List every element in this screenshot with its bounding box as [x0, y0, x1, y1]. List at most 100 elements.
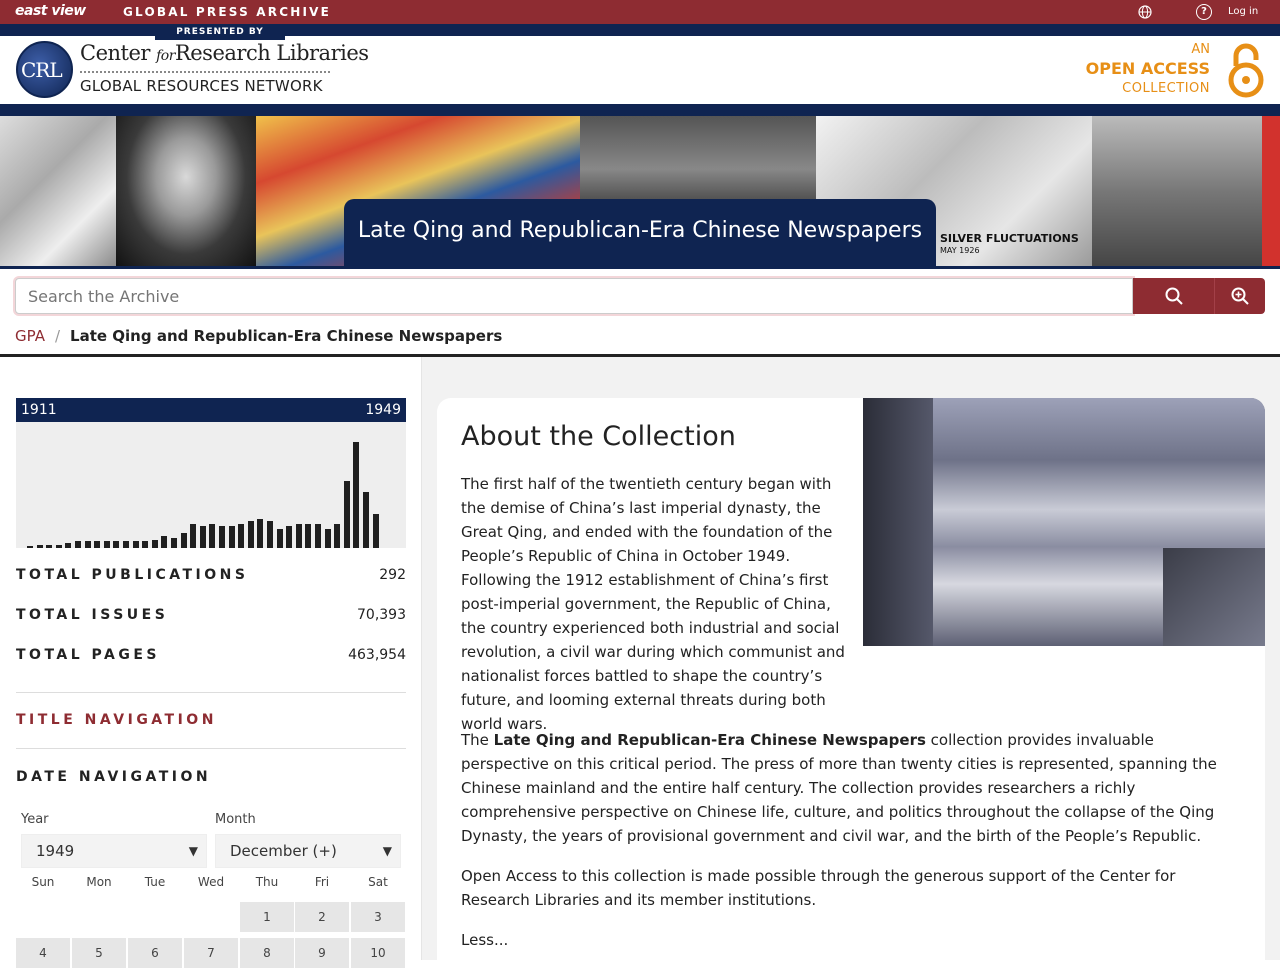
title-navigation-link[interactable]: TITLE NAVIGATION — [16, 712, 217, 728]
less-link[interactable]: Less... — [461, 928, 508, 952]
range-end: 1949 — [365, 402, 401, 418]
histogram-bar[interactable] — [161, 536, 168, 548]
year-select[interactable]: 1949 ▼ — [21, 834, 207, 868]
stat-publications: TOTAL PUBLICATIONS 292 — [16, 567, 406, 583]
histogram-bar[interactable] — [142, 541, 149, 548]
histogram-bar[interactable] — [343, 481, 350, 548]
banner-underline — [0, 266, 1280, 269]
calendar-day[interactable]: 4 — [16, 938, 70, 968]
banner-photo-leader — [1092, 116, 1262, 268]
weekday-label: Tue — [144, 875, 166, 889]
breadcrumb-gpa-link[interactable]: GPA — [15, 327, 45, 345]
search-input[interactable] — [15, 278, 1133, 314]
histogram-bar[interactable] — [132, 541, 139, 548]
histogram-bar[interactable] — [94, 541, 101, 548]
globe-icon[interactable] — [1137, 4, 1153, 20]
histogram-bar[interactable] — [353, 442, 360, 548]
weekday-label: Wed — [197, 875, 225, 889]
east-view-logo[interactable]: east view — [15, 3, 86, 19]
open-access-badge: AN OPEN ACCESS COLLECTION — [1086, 40, 1270, 102]
histogram-bar[interactable] — [180, 533, 187, 548]
crl-name: Center forResearch Libraries — [80, 41, 369, 65]
histogram-bar[interactable] — [286, 526, 293, 548]
collection-title: Late Qing and Republican-Era Chinese New… — [344, 199, 936, 267]
banner-photo-1 — [0, 116, 116, 268]
calendar-day[interactable]: 10 — [351, 938, 405, 968]
histogram-bar[interactable] — [36, 545, 43, 548]
help-icon[interactable]: ? — [1196, 4, 1212, 20]
banner-caption-date: MAY 1926 — [940, 246, 980, 255]
banner-flag-edge — [1262, 116, 1280, 268]
histogram-bar[interactable] — [190, 524, 197, 548]
calendar-day[interactable]: 1 — [240, 902, 294, 932]
histogram-bar[interactable] — [151, 540, 158, 548]
about-card: About the Collection The first half of t… — [437, 398, 1265, 978]
histogram-bar[interactable] — [305, 524, 312, 548]
oa-line2: OPEN ACCESS — [1085, 59, 1210, 78]
histogram-bar[interactable] — [75, 541, 81, 548]
histogram-bar[interactable] — [363, 492, 369, 548]
histogram-bar[interactable] — [103, 541, 110, 548]
histogram-bar[interactable] — [324, 529, 331, 548]
month-select[interactable]: December (+) ▼ — [215, 834, 401, 868]
histogram-bar[interactable] — [372, 514, 379, 548]
year-label: Year — [21, 812, 49, 827]
calendar-day[interactable]: 6 — [128, 938, 182, 968]
calendar-day[interactable]: 3 — [351, 902, 405, 932]
weekday-label: Sat — [368, 875, 388, 889]
histogram-bar[interactable] — [27, 546, 33, 548]
calendar-day[interactable]: 8 — [240, 938, 294, 968]
histogram-bar[interactable] — [238, 524, 245, 548]
histogram-bar[interactable] — [228, 526, 235, 548]
oa-line1: AN — [1191, 42, 1210, 57]
street-crowd-photo — [863, 398, 1265, 646]
about-paragraph-2: The Late Qing and Republican-Era Chinese… — [461, 731, 1217, 845]
banner-caption: SILVER FLUCTUATIONS — [940, 232, 1079, 245]
advanced-search-button[interactable] — [1214, 278, 1265, 314]
histogram-bar[interactable] — [84, 541, 91, 548]
open-access-lock-icon — [1228, 43, 1264, 98]
crl-logo[interactable]: CRL Center forResearch Libraries GLOBAL … — [16, 40, 369, 100]
search-button[interactable] — [1133, 278, 1214, 314]
login-link[interactable]: Log in — [1228, 6, 1258, 17]
histogram-bar[interactable] — [247, 521, 254, 548]
calendar-day[interactable]: 5 — [72, 938, 126, 968]
histogram-bar[interactable] — [295, 524, 302, 548]
calendar-day[interactable]: 9 — [295, 938, 349, 968]
year-range-bar[interactable]: 1911 1949 — [16, 398, 406, 422]
crl-divider — [80, 71, 330, 73]
about-paragraph-3: Open Access to this collection is made p… — [461, 867, 1176, 909]
histogram-bar[interactable] — [334, 524, 341, 548]
histogram-bar[interactable] — [276, 529, 283, 548]
histogram-bar[interactable] — [46, 545, 53, 548]
advanced-search-icon — [1231, 287, 1249, 305]
banner-photo-portrait — [116, 116, 256, 268]
histogram-bar[interactable] — [219, 526, 225, 548]
histogram-bar[interactable] — [209, 524, 216, 548]
archive-title[interactable]: GLOBAL PRESS ARCHIVE — [123, 5, 331, 19]
search-bar — [15, 278, 1265, 314]
breadcrumb: GPA / Late Qing and Republican-Era Chinese… — [15, 327, 502, 345]
histogram-bar[interactable] — [257, 519, 264, 548]
weekday-label: Fri — [314, 875, 330, 889]
sidebar-divider — [16, 692, 406, 693]
histogram-bar[interactable] — [171, 538, 177, 548]
stat-pages: TOTAL PAGES 463,954 — [16, 647, 406, 663]
weekday-label: Sun — [31, 875, 55, 889]
oa-line3: COLLECTION — [1122, 81, 1210, 96]
histogram-bar[interactable] — [113, 541, 120, 548]
stat-issues: TOTAL ISSUES 70,393 — [16, 607, 406, 623]
histogram-bar[interactable] — [55, 545, 62, 548]
chevron-down-icon: ▼ — [382, 844, 392, 858]
histogram-bar[interactable] — [123, 541, 129, 548]
calendar-day[interactable]: 2 — [295, 902, 349, 932]
histogram-bar[interactable] — [65, 543, 72, 548]
weekday-label: Mon — [86, 875, 112, 889]
publication-histogram[interactable] — [16, 422, 406, 548]
about-heading: About the Collection — [461, 421, 736, 452]
chevron-down-icon: ▼ — [188, 844, 198, 858]
histogram-bar[interactable] — [315, 524, 321, 548]
calendar-day[interactable]: 7 — [184, 938, 238, 968]
histogram-bar[interactable] — [267, 521, 273, 548]
histogram-bar[interactable] — [199, 526, 206, 548]
